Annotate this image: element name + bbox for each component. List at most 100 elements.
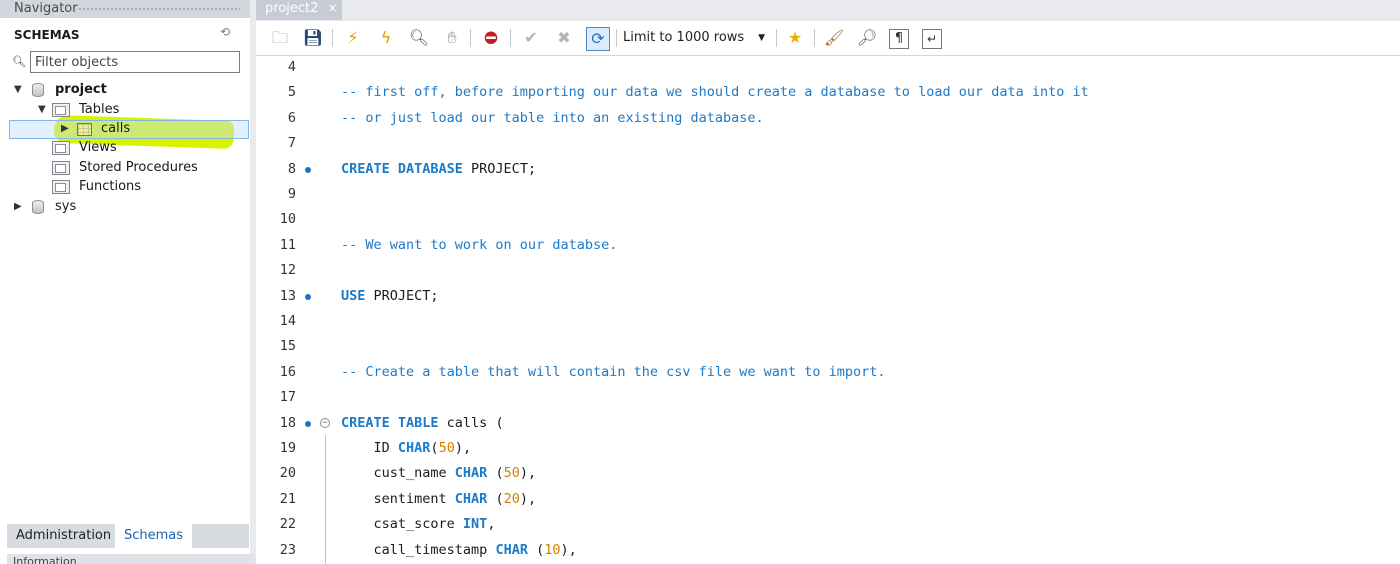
- code-line[interactable]: 9: [256, 182, 1400, 207]
- statement-marker-icon: [305, 293, 311, 300]
- tree-label-stored-procedures: Stored Procedures: [79, 160, 198, 175]
- open-folder-icon[interactable]: 🗀: [269, 27, 291, 49]
- code-line[interactable]: 18 − CREATE TABLE calls (: [256, 411, 1400, 436]
- table-icon: [77, 123, 92, 136]
- collapse-arrow-icon[interactable]: ▶: [14, 198, 22, 216]
- explain-icon[interactable]: 🔍︎: [408, 27, 430, 49]
- code-text: call_timestamp CHAR (10),: [341, 538, 577, 563]
- line-number: 15: [279, 338, 296, 355]
- tree-label-views: Views: [79, 140, 117, 155]
- code-token: (: [487, 490, 504, 507]
- code-line[interactable]: 6 -- or just load our table into an exist…: [256, 106, 1400, 131]
- line-number: 22: [279, 516, 296, 533]
- code-token: ),: [519, 490, 537, 507]
- code-line[interactable]: 5 -- first off, before importing our data…: [256, 80, 1400, 105]
- line-number: 16: [279, 363, 296, 380]
- code-line[interactable]: 12: [256, 258, 1400, 283]
- stop-icon[interactable]: ✋︎: [441, 27, 463, 49]
- navigator-bottom-tabs: Administration Schemas: [7, 524, 249, 548]
- toolbar-separator: [510, 29, 511, 47]
- toggle-output-icon[interactable]: ⛔︎: [480, 27, 502, 49]
- sql-editor[interactable]: 4 5 -- first off, before importing our dat…: [256, 56, 1400, 564]
- save-icon[interactable]: 💾︎: [302, 27, 324, 49]
- code-line[interactable]: 22 csat_score INT,: [256, 512, 1400, 537]
- filter-objects-input[interactable]: [30, 51, 240, 73]
- code-line[interactable]: 16 -- Create a table that will contain th…: [256, 360, 1400, 385]
- grip-dots[interactable]: [78, 7, 240, 11]
- commit-icon[interactable]: ✔: [520, 27, 542, 49]
- toolbar-separator: [776, 29, 777, 47]
- fold-collapse-icon[interactable]: −: [320, 417, 330, 428]
- collapse-arrow-icon[interactable]: ▶: [61, 120, 69, 138]
- tree-label-sys: sys: [55, 199, 77, 214]
- beautify-icon[interactable]: 🖌︎: [823, 27, 845, 49]
- find-icon[interactable]: 🔎︎: [856, 27, 878, 49]
- code-line[interactable]: 7: [256, 131, 1400, 156]
- code-text: csat_score INT,: [341, 512, 496, 537]
- expand-arrow-icon[interactable]: ▼: [14, 81, 22, 99]
- limit-rows-select[interactable]: Limit to 1000 rows ▼: [623, 29, 769, 47]
- code-line[interactable]: 17: [256, 385, 1400, 410]
- code-text: CREATE TABLE calls (: [341, 411, 504, 436]
- toolbar-separator: [616, 29, 617, 47]
- toolbar-separator: [332, 29, 333, 47]
- tab-administration[interactable]: Administration: [7, 524, 120, 548]
- code-line[interactable]: 19 ID CHAR(50),: [256, 436, 1400, 461]
- code-line[interactable]: 21 sentiment CHAR (20),: [256, 487, 1400, 512]
- close-icon[interactable]: ✕: [328, 0, 337, 18]
- line-number: 9: [287, 186, 296, 202]
- code-text: sentiment CHAR (20),: [341, 487, 537, 512]
- tab-label: project2: [265, 1, 319, 16]
- code-line[interactable]: 20 cust_name CHAR (50),: [256, 461, 1400, 486]
- code-line[interactable]: 23 call_timestamp CHAR (10),: [256, 538, 1400, 563]
- navigator-title: Navigator: [14, 1, 78, 16]
- code-keyword: CHAR: [397, 440, 431, 456]
- code-line[interactable]: 11 -- We want to work on our databse.: [256, 233, 1400, 258]
- tab-project2[interactable]: project2 ✕: [256, 0, 342, 20]
- code-line[interactable]: 13 USE PROJECT;: [256, 284, 1400, 309]
- rollback-icon[interactable]: ✖: [553, 27, 575, 49]
- procedures-folder-icon: [52, 161, 70, 175]
- execute-current-icon[interactable]: ϟ: [375, 27, 397, 49]
- code-token: PROJECT;: [471, 160, 537, 177]
- code-token: (: [527, 541, 545, 558]
- code-token: csat_score: [341, 516, 463, 533]
- code-number: 10: [544, 541, 561, 558]
- refresh-icon[interactable]: ⟲: [220, 25, 230, 39]
- line-number: 6: [287, 109, 296, 126]
- tree-label-tables: Tables: [79, 102, 120, 117]
- code-text: -- first off, before importing our data …: [341, 80, 1089, 105]
- code-line[interactable]: 8 CREATE DATABASE PROJECT;: [256, 157, 1400, 182]
- tree-label-project: project: [55, 82, 107, 97]
- favorite-add-icon[interactable]: ★: [784, 27, 806, 49]
- execute-icon[interactable]: ⚡: [342, 27, 364, 49]
- chevron-down-icon: ▼: [758, 33, 765, 43]
- invisible-chars-icon[interactable]: ¶: [889, 29, 909, 49]
- code-token: ,: [487, 516, 496, 533]
- tables-folder-icon: [52, 103, 70, 117]
- code-comment: -- first off, before importing our data …: [341, 84, 1089, 101]
- code-token: cust_name: [341, 465, 455, 482]
- code-text: -- We want to work on our databse.: [341, 233, 617, 258]
- line-number: 14: [279, 313, 296, 329]
- line-number: 12: [279, 262, 296, 279]
- code-comment: -- We want to work on our databse.: [341, 236, 618, 253]
- code-line[interactable]: 15: [256, 334, 1400, 359]
- code-keyword: CREATE TABLE: [341, 414, 447, 431]
- fold-guide-line: [325, 435, 326, 564]
- autocommit-icon[interactable]: ⟳: [586, 27, 610, 51]
- code-number: 50: [503, 465, 520, 482]
- code-line[interactable]: 14: [256, 309, 1400, 334]
- code-keyword: USE: [341, 287, 374, 304]
- code-line[interactable]: 10: [256, 207, 1400, 232]
- tab-schemas[interactable]: Schemas: [115, 524, 193, 548]
- statement-marker-icon: [305, 166, 311, 173]
- toolbar-separator: [814, 29, 815, 47]
- expand-arrow-icon[interactable]: ▼: [38, 101, 46, 119]
- code-line[interactable]: 4: [256, 55, 1400, 80]
- information-panel-header[interactable]: Information: [7, 554, 255, 564]
- toolbar-separator: [470, 29, 471, 47]
- wrap-icon[interactable]: ↵: [922, 29, 942, 49]
- line-number: 4: [287, 59, 296, 75]
- line-number: 21: [279, 490, 296, 507]
